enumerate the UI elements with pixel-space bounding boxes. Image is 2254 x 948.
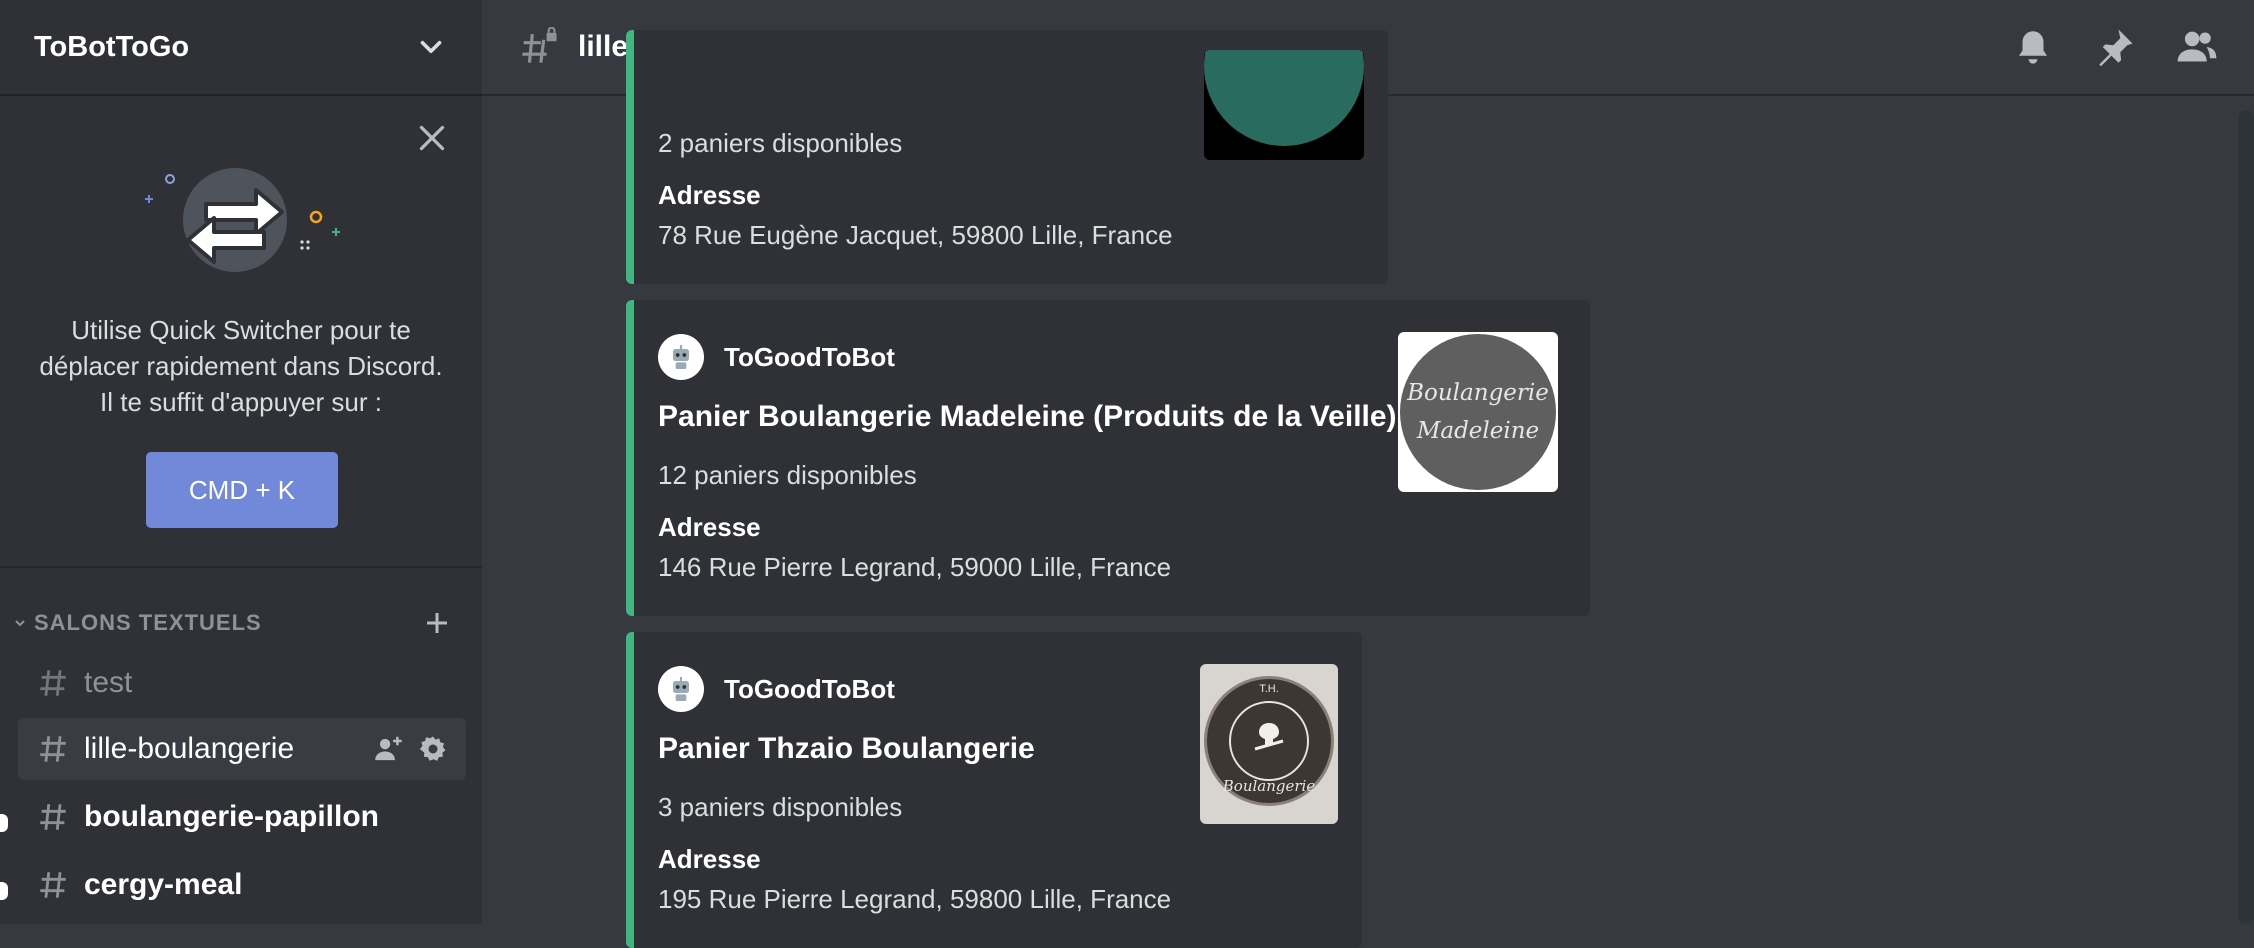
bot-name[interactable]: ToGoodToBot: [724, 342, 895, 373]
logo-text: Boulangerie: [1222, 777, 1316, 795]
bot-avatar[interactable]: [658, 666, 704, 712]
hash-icon: [40, 670, 66, 696]
channel-item-cergy-meal[interactable]: cergy-meal: [18, 854, 466, 916]
channel-label: test: [84, 666, 133, 699]
embed-address: 195 Rue Pierre Legrand, 59800 Lille, Fra…: [658, 884, 1172, 914]
channel-sidebar: ToBotToGo Utilise Quick Switcher pour te…: [0, 0, 482, 924]
chevron-down-icon[interactable]: [414, 30, 448, 64]
bot-avatar[interactable]: [658, 334, 704, 380]
channel-item-test[interactable]: test: [18, 652, 466, 714]
embed-thumbnail[interactable]: T.H. Boulangerie: [1200, 664, 1338, 824]
channel-label: boulangerie-papillon: [84, 800, 380, 833]
server-header[interactable]: ToBotToGo: [0, 0, 482, 96]
channel-label: lille-boulangerie: [84, 732, 295, 765]
quick-switcher-shortcut-button[interactable]: CMD + K: [146, 452, 338, 528]
divider: [0, 566, 482, 568]
logo-monogram: T.H.: [1259, 683, 1279, 695]
settings-gear-icon[interactable]: [418, 734, 448, 764]
notification-bell-icon[interactable]: [2012, 26, 2054, 68]
logo-text: Madeleine: [1416, 418, 1540, 444]
chevron-down-icon: [15, 620, 25, 627]
close-icon[interactable]: [414, 120, 450, 156]
embed-author: ToGoodToBot: [658, 666, 895, 712]
hash-icon: [40, 736, 66, 762]
category-text-channels[interactable]: SALONS TEXTUELS: [12, 606, 452, 640]
private-channel-hash-icon: [522, 27, 557, 63]
hash-icon: [40, 804, 66, 830]
logo-text: Boulangerie: [1407, 380, 1549, 406]
embed-card: ToGoodToBot Panier Thzaio Boulangerie 3 …: [626, 632, 1362, 948]
embed-availability: 2 paniers disponibles: [658, 128, 903, 158]
category-label: SALONS TEXTUELS: [34, 610, 262, 635]
unread-indicator: [0, 814, 8, 832]
embed-author: ToGoodToBot: [658, 334, 895, 380]
embed-address: 78 Rue Eugène Jacquet, 59800 Lille, Fran…: [658, 220, 1173, 250]
member-list-icon[interactable]: [2176, 26, 2218, 68]
robot-icon: [673, 345, 689, 369]
robot-icon: [673, 677, 689, 701]
embed-availability: 3 paniers disponibles: [658, 792, 903, 822]
invite-member-icon[interactable]: [374, 734, 406, 764]
channel-label: cergy-meal: [84, 868, 243, 901]
chef-whisk-icon: [1254, 723, 1284, 751]
embed-thumbnail[interactable]: [1204, 50, 1364, 160]
embed-address-label: Adresse: [658, 512, 761, 542]
quick-switcher-hint: Utilise Quick Switcher pour te déplacer …: [39, 315, 443, 417]
unread-indicator: [0, 882, 8, 900]
embed-address-label: Adresse: [658, 844, 761, 874]
embed-title[interactable]: Panier Thzaio Boulangerie: [658, 732, 1035, 766]
embed-card: ToGoodToBot Panier Boulangerie Madeleine…: [626, 300, 1590, 616]
embed-title[interactable]: Panier Boulangerie Madeleine (Produits d…: [658, 400, 1397, 434]
add-channel-icon[interactable]: [422, 608, 452, 638]
embed-address-label: Adresse: [658, 180, 761, 210]
server-name: ToBotToGo: [34, 30, 190, 63]
channel-item-lille-boulangerie[interactable]: lille-boulangerie: [18, 718, 466, 780]
pin-icon[interactable]: [2094, 26, 2136, 68]
embed-address: 146 Rue Pierre Legrand, 59000 Lille, Fra…: [658, 552, 1172, 582]
quick-switcher-illustration: [145, 168, 340, 272]
embed-card: 2 paniers disponibles Adresse 78 Rue Eug…: [626, 30, 1388, 284]
messages-scrollbar[interactable]: [2238, 110, 2254, 924]
channel-item-boulangerie-papillon[interactable]: boulangerie-papillon: [18, 786, 466, 848]
embed-thumbnail[interactable]: Boulangerie Madeleine: [1398, 332, 1558, 492]
embed-availability: 12 paniers disponibles: [658, 460, 917, 490]
thzaio-boulangerie-logo: T.H. Boulangerie: [1204, 676, 1334, 806]
hash-icon: [40, 872, 66, 898]
boulangerie-madeleine-logo: Boulangerie Madeleine: [1400, 334, 1556, 490]
bot-name[interactable]: ToGoodToBot: [724, 674, 895, 705]
